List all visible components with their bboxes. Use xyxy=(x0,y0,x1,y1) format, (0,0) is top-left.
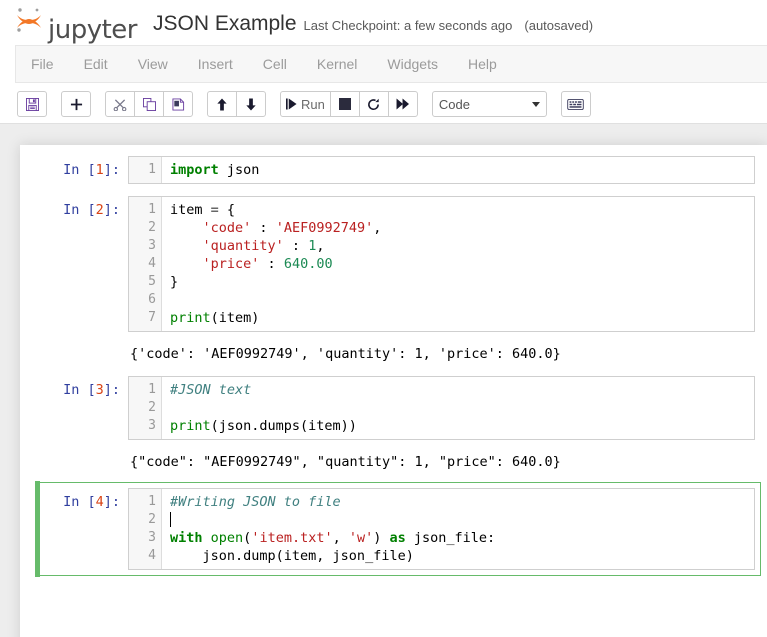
menu-help[interactable]: Help xyxy=(453,46,512,82)
code-cell-3[interactable]: In [3]: 123 #JSON text print(json.dumps(… xyxy=(36,370,761,446)
line-numbers-4: 1234 xyxy=(129,489,162,569)
move-cell-up-button[interactable] xyxy=(207,91,237,117)
save-button[interactable] xyxy=(17,91,47,117)
move-group xyxy=(207,91,266,117)
cell-type-value: Code xyxy=(438,96,470,112)
cell-input-1[interactable]: 1 import json xyxy=(128,156,755,184)
move-cell-down-button[interactable] xyxy=(236,91,266,117)
line-numbers-3: 123 xyxy=(129,377,162,439)
notebook-header: jupyter JSON Example Last Checkpoint: a … xyxy=(0,0,767,45)
menu-widgets[interactable]: Widgets xyxy=(372,46,453,82)
jupyter-logo-text: jupyter xyxy=(48,15,137,45)
menu-edit[interactable]: Edit xyxy=(69,46,123,82)
floppy-disk-icon xyxy=(25,97,39,111)
cell-source-4[interactable]: #Writing JSON to file with open('item.tx… xyxy=(162,489,754,569)
menubar-container: File Edit View Insert Cell Kernel Widget… xyxy=(0,45,767,83)
chevron-down-icon xyxy=(531,101,540,107)
code-cell-1[interactable]: In [1]: 1 import json xyxy=(36,150,761,190)
autosave-status: (autosaved) xyxy=(524,18,594,33)
copy-icon xyxy=(142,97,156,111)
cell-type-select[interactable]: Code xyxy=(431,91,547,117)
scissors-icon xyxy=(113,98,127,111)
notebook-title[interactable]: JSON Example xyxy=(153,13,297,34)
restart-circle-icon xyxy=(367,98,380,111)
copy-cell-button[interactable] xyxy=(134,91,164,117)
arrow-up-icon xyxy=(216,97,228,111)
paste-cell-button[interactable] xyxy=(163,91,193,117)
cell-wrapper-2: In [2]: 1234567 item = { 'code' : 'AEF09… xyxy=(36,190,761,370)
interrupt-kernel-button[interactable] xyxy=(329,91,360,117)
cell-output-3: {"code": "AEF0992749", "quantity": 1, "p… xyxy=(130,454,561,470)
cell-wrapper-4: In [4]: 1234 #Writing JSON to file with … xyxy=(35,481,761,577)
notebook-container: In [1]: 1 import json In [2]: 1234567 it… xyxy=(20,145,767,637)
fast-forward-icon xyxy=(396,98,410,110)
cell-input-3[interactable]: 123 #JSON text print(json.dumps(item)) xyxy=(128,376,755,440)
selected-cell-indicator xyxy=(35,481,40,577)
code-cell-3-output-row: {"code": "AEF0992749", "quantity": 1, "p… xyxy=(36,446,761,478)
paste-icon xyxy=(171,97,185,111)
cell-prompt-2: In [2]: xyxy=(63,202,120,218)
cell-prompt-1: In [1]: xyxy=(63,162,120,178)
execution-count-4: 4 xyxy=(95,494,104,510)
cell-output-2: {'code': 'AEF0992749', 'quantity': 1, 'p… xyxy=(130,346,561,362)
open-command-palette-button[interactable] xyxy=(560,91,591,117)
keyboard-icon xyxy=(567,98,585,110)
notebook-scroll-area[interactable]: In [1]: 1 import json In [2]: 1234567 it… xyxy=(0,124,767,637)
cell-prompt-4: In [4]: xyxy=(63,494,120,510)
stop-square-icon xyxy=(338,98,351,110)
plus-icon xyxy=(70,98,83,111)
run-group: Run xyxy=(280,91,418,117)
cell-wrapper-3: In [3]: 123 #JSON text print(json.dumps(… xyxy=(36,370,761,478)
line-numbers-1: 1 xyxy=(129,157,162,183)
save-group xyxy=(17,91,47,117)
cut-cell-button[interactable] xyxy=(105,91,135,117)
menubar: File Edit View Insert Cell Kernel Widget… xyxy=(15,45,767,83)
jupyter-logo-link[interactable]: jupyter xyxy=(13,4,137,45)
run-cell-button[interactable]: Run xyxy=(280,91,331,117)
insert-group xyxy=(61,91,91,117)
code-cell-2-output-row: {'code': 'AEF0992749', 'quantity': 1, 'p… xyxy=(36,338,761,370)
cell-input-2[interactable]: 1234567 item = { 'code' : 'AEF0992749', … xyxy=(128,196,755,332)
run-button-label: Run xyxy=(301,96,325,112)
cell-wrapper-1: In [1]: 1 import json xyxy=(36,150,761,190)
menu-cell[interactable]: Cell xyxy=(248,46,302,82)
clipboard-group xyxy=(105,91,193,117)
line-numbers-2: 1234567 xyxy=(129,197,162,331)
restart-and-run-all-button[interactable] xyxy=(387,91,418,117)
palette-group xyxy=(560,91,591,117)
menu-file[interactable]: File xyxy=(16,46,69,82)
play-icon xyxy=(286,98,297,110)
toolbar-container: Run Code xyxy=(0,83,767,124)
execution-count-2: 2 xyxy=(95,202,104,218)
execution-count-1: 1 xyxy=(95,162,104,178)
jupyter-logo-icon xyxy=(13,4,45,36)
cell-source-2[interactable]: item = { 'code' : 'AEF0992749', 'quantit… xyxy=(162,197,754,331)
menu-view[interactable]: View xyxy=(123,46,183,82)
output-prompt-3 xyxy=(42,449,128,475)
insert-cell-below-button[interactable] xyxy=(61,91,91,117)
cell-input-4[interactable]: 1234 #Writing JSON to file with open('it… xyxy=(128,488,755,570)
arrow-down-icon xyxy=(245,97,257,111)
last-checkpoint-label: Last Checkpoint: a few seconds ago xyxy=(303,18,513,33)
menu-insert[interactable]: Insert xyxy=(183,46,248,82)
text-cursor xyxy=(170,512,171,527)
code-cell-4[interactable]: In [4]: 1234 #Writing JSON to file with … xyxy=(35,481,761,577)
execution-count-3: 3 xyxy=(95,382,104,398)
code-cell-2[interactable]: In [2]: 1234567 item = { 'code' : 'AEF09… xyxy=(36,190,761,338)
restart-kernel-button[interactable] xyxy=(358,91,389,117)
cell-source-3[interactable]: #JSON text print(json.dumps(item)) xyxy=(162,377,754,439)
toolbar: Run Code xyxy=(17,91,767,117)
cell-prompt-3: In [3]: xyxy=(63,382,120,398)
output-prompt-2 xyxy=(42,341,128,367)
menu-kernel[interactable]: Kernel xyxy=(302,46,372,82)
cell-source-1[interactable]: import json xyxy=(162,157,754,183)
